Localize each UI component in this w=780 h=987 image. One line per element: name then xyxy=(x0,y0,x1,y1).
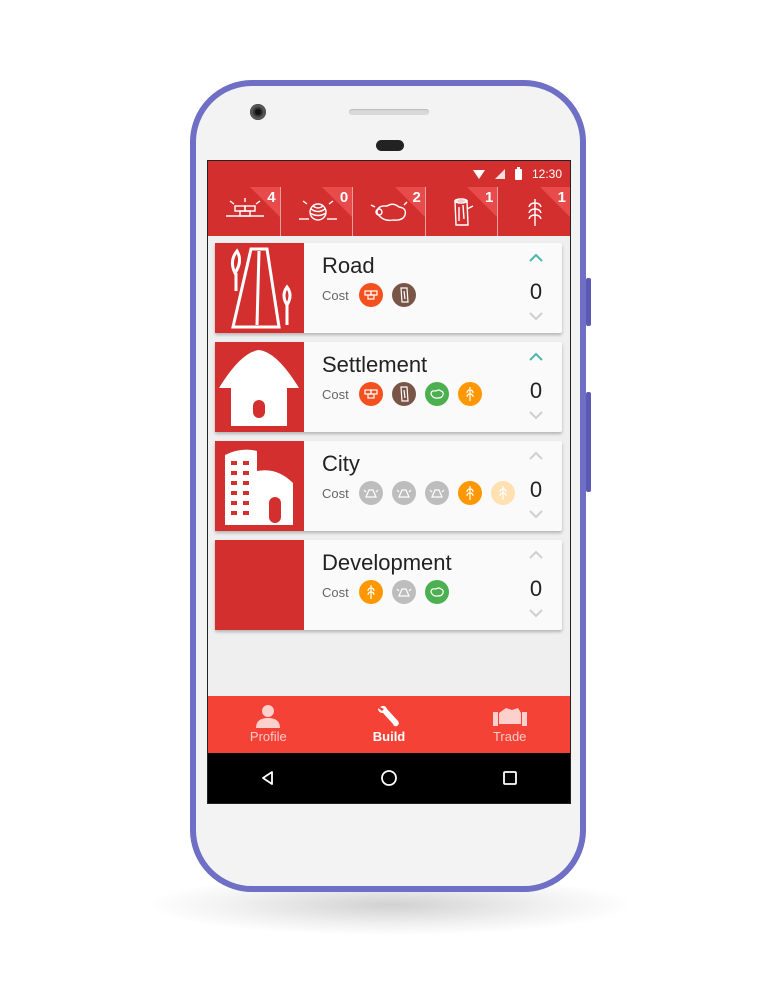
chevron-down-icon[interactable] xyxy=(526,408,546,422)
home-button[interactable] xyxy=(329,753,450,803)
wool-icon xyxy=(298,200,337,221)
nav-label: Profile xyxy=(249,729,287,744)
person-icon xyxy=(256,705,281,728)
app-screen: 12:30 4 0 2 1 1 Road Cost 0 Settlement C… xyxy=(207,160,571,804)
volume-button xyxy=(586,392,591,492)
ore-icon xyxy=(424,481,449,505)
card-title: Settlement xyxy=(322,352,428,377)
lumber-icon xyxy=(454,198,474,226)
wrench-icon xyxy=(378,705,399,727)
lumber-icon xyxy=(391,283,416,307)
house-icon xyxy=(219,350,299,426)
resource-grain[interactable]: 1 xyxy=(498,187,570,236)
grain-icon xyxy=(528,199,543,226)
handshake-icon xyxy=(492,708,527,726)
brick-icon xyxy=(226,198,264,217)
resource-count: 0 xyxy=(339,189,349,206)
resource-lumber[interactable]: 1 xyxy=(426,187,499,236)
grain-icon xyxy=(490,481,515,505)
road-icon xyxy=(230,247,292,329)
chevron-up-icon[interactable] xyxy=(526,548,546,562)
grain-icon xyxy=(457,481,482,505)
development-thumbnail xyxy=(215,540,304,630)
ore-icon xyxy=(358,481,383,505)
resource-count: 1 xyxy=(485,189,494,206)
build-card-road[interactable]: Road Cost 0 xyxy=(215,243,562,333)
resource-bar: 4 0 2 1 1 xyxy=(208,187,570,236)
home-icon xyxy=(381,770,397,786)
nav-trade[interactable]: Trade xyxy=(449,696,570,753)
resource-count: 1 xyxy=(557,189,566,206)
system-navigation xyxy=(208,753,570,803)
sheep-icon xyxy=(370,201,408,222)
quantity-value: 0 xyxy=(529,576,543,601)
chevron-up-icon[interactable] xyxy=(526,350,546,364)
cost-label: Cost xyxy=(322,584,349,600)
chevron-down-icon[interactable] xyxy=(526,309,546,323)
status-time: 12:30 xyxy=(531,167,562,181)
ore-icon xyxy=(391,481,416,505)
city-icon xyxy=(225,449,293,525)
quantity-stepper: 0 xyxy=(518,342,554,432)
build-list: Road Cost 0 Settlement Cost 0 City Cost … xyxy=(215,243,562,639)
card-title: City xyxy=(322,451,360,476)
nav-label: Trade xyxy=(492,729,527,744)
sheep-icon xyxy=(424,382,449,406)
chevron-down-icon[interactable] xyxy=(526,606,546,620)
recents-icon xyxy=(502,771,517,785)
earpiece-speaker xyxy=(349,109,429,115)
resource-brick[interactable]: 4 xyxy=(208,187,281,236)
cost-label: Cost xyxy=(322,386,349,402)
back-button[interactable] xyxy=(208,753,329,803)
nav-profile[interactable]: Profile xyxy=(208,696,329,753)
lumber-icon xyxy=(391,382,416,406)
cost-label: Cost xyxy=(322,287,349,303)
signal-icon xyxy=(494,169,505,179)
brick-icon xyxy=(358,382,383,406)
cost-row: Cost xyxy=(322,283,425,307)
build-card-settlement[interactable]: Settlement Cost 0 xyxy=(215,342,562,432)
resource-sheep[interactable]: 2 xyxy=(353,187,426,236)
resource-wool[interactable]: 0 xyxy=(281,187,354,236)
quantity-stepper: 0 xyxy=(518,243,554,333)
cost-row: Cost xyxy=(322,481,524,505)
build-card-city[interactable]: City Cost 0 xyxy=(215,441,562,531)
build-card-development[interactable]: Development Cost 0 xyxy=(215,540,562,630)
chevron-down-icon[interactable] xyxy=(526,507,546,521)
quantity-stepper: 0 xyxy=(518,441,554,531)
quantity-value: 0 xyxy=(529,378,543,403)
chevron-up-icon[interactable] xyxy=(526,449,546,463)
card-title: Road xyxy=(322,253,375,278)
settlement-thumbnail xyxy=(215,342,304,432)
card-title: Development xyxy=(322,550,452,575)
road-thumbnail xyxy=(215,243,304,333)
brick-icon xyxy=(358,283,383,307)
cost-label: Cost xyxy=(322,485,349,501)
front-camera xyxy=(250,104,266,120)
nav-build[interactable]: Build xyxy=(329,696,450,753)
resource-count: 2 xyxy=(412,189,421,206)
quantity-value: 0 xyxy=(529,477,543,502)
recents-button[interactable] xyxy=(449,753,570,803)
sheep-icon xyxy=(424,580,449,604)
nav-label: Build xyxy=(372,729,406,744)
grain-icon xyxy=(457,382,482,406)
wifi-icon xyxy=(472,169,485,179)
power-button xyxy=(586,278,591,326)
cost-row: Cost xyxy=(322,382,491,406)
cost-row: Cost xyxy=(322,580,458,604)
bottom-navigation: Profile Build Trade xyxy=(208,696,570,753)
back-icon xyxy=(262,771,274,785)
grain-icon xyxy=(358,580,383,604)
proximity-sensor xyxy=(376,140,404,151)
ore-icon xyxy=(391,580,416,604)
quantity-stepper: 0 xyxy=(518,540,554,630)
status-bar: 12:30 xyxy=(208,161,570,187)
city-thumbnail xyxy=(215,441,304,531)
chevron-up-icon[interactable] xyxy=(526,251,546,265)
quantity-value: 0 xyxy=(529,279,543,304)
battery-icon xyxy=(514,166,522,180)
resource-count: 4 xyxy=(267,189,276,206)
